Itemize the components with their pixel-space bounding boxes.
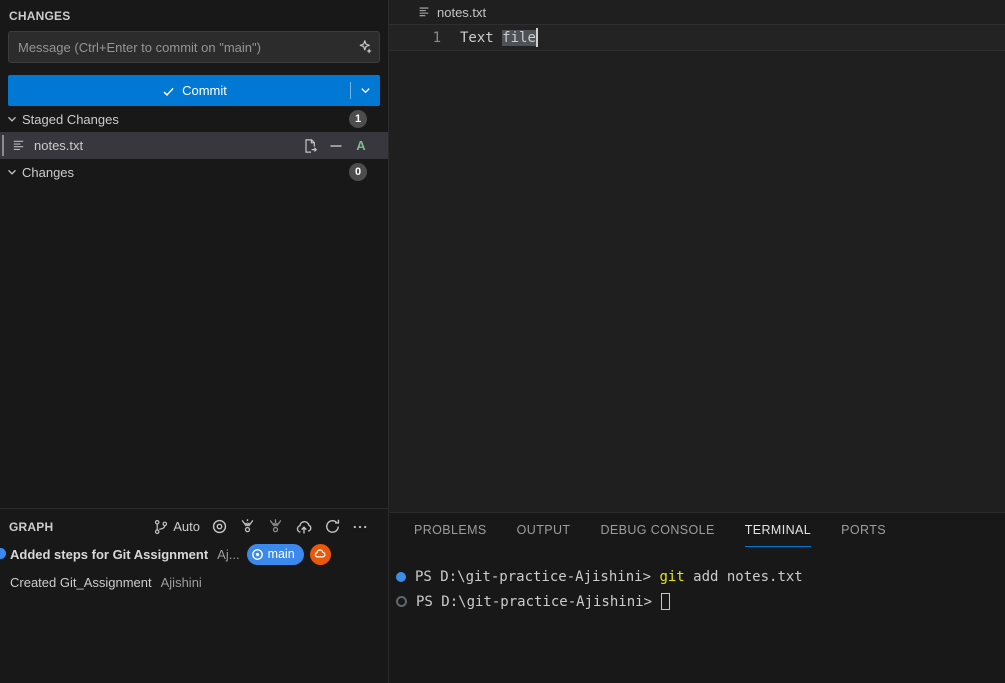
branch-ref-label: main [268, 547, 295, 561]
word-highlight: file [502, 30, 536, 46]
staged-changes-label: Staged Changes [22, 112, 119, 127]
chevron-down-icon [4, 111, 20, 127]
panel-tab-bar: PROBLEMS OUTPUT DEBUG CONSOLE TERMINAL P… [389, 513, 1005, 547]
commit-message: Added steps for Git Assignment [10, 547, 208, 562]
repository-picker-auto[interactable]: Auto [153, 519, 200, 535]
staged-file-name: notes.txt [34, 138, 83, 153]
editor-area[interactable]: notes.txt 1 Text file [389, 0, 1005, 512]
commit-author: Aj... [217, 547, 239, 562]
staged-changes-section[interactable]: Staged Changes 1 [0, 106, 388, 132]
unstage-changes-icon[interactable] [328, 138, 344, 154]
text-file-icon [417, 5, 431, 19]
terminal-args: add notes.txt [685, 569, 803, 585]
target-icon [250, 547, 265, 562]
graph-toolbar: Auto [153, 518, 368, 536]
bottom-panel: PROBLEMS OUTPUT DEBUG CONSOLE TERMINAL P… [389, 512, 1005, 683]
focus-indicator [2, 135, 4, 156]
changes-section[interactable]: Changes 0 [0, 159, 388, 185]
text-file-icon [11, 138, 26, 153]
commit-author: Ajishini [161, 575, 202, 590]
staged-file-row[interactable]: notes.txt A [0, 132, 388, 159]
pull-icon[interactable] [267, 518, 284, 535]
git-status-added: A [354, 138, 368, 153]
graph-section: GRAPH Auto [0, 508, 388, 683]
file-actions: A [302, 138, 368, 154]
outgoing-changes-badge[interactable] [310, 544, 331, 565]
commit-dropdown-chevron-icon[interactable] [358, 83, 373, 98]
staged-count-badge: 1 [349, 110, 367, 128]
copilot-sparkle-icon[interactable] [357, 39, 373, 55]
auto-label: Auto [173, 519, 200, 534]
terminal-line: PS D:\git-practice-Ajishini> git add not… [395, 564, 1005, 589]
cloud-icon [313, 547, 327, 561]
commit-message-wrap [8, 31, 380, 63]
main-area: notes.txt 1 Text file PROBLEMS OUTPUT DE… [389, 0, 1005, 683]
open-file-icon[interactable] [302, 138, 318, 154]
editor-current-line[interactable]: 1 Text file [389, 24, 1005, 51]
tab-debug-console[interactable]: DEBUG CONSOLE [600, 513, 714, 547]
push-cloud-icon[interactable] [295, 518, 313, 536]
refresh-icon[interactable] [324, 518, 341, 535]
tab-ports[interactable]: PORTS [841, 513, 886, 547]
breadcrumb-file-name: notes.txt [437, 5, 486, 20]
sidebar-empty-area [0, 185, 388, 508]
source-control-sidebar: CHANGES Commit Staged C [0, 0, 389, 683]
command-pending-icon[interactable] [396, 596, 407, 607]
tab-terminal[interactable]: TERMINAL [745, 513, 811, 547]
commit-message: Created Git_Assignment [10, 575, 152, 590]
terminal-cursor [661, 593, 670, 610]
terminal-command: git [659, 569, 684, 585]
check-icon [161, 84, 176, 99]
chevron-down-icon [4, 164, 20, 180]
graph-header: GRAPH Auto [0, 509, 388, 540]
graph-title: GRAPH [9, 520, 53, 534]
changes-count-badge: 0 [349, 163, 367, 181]
branch-ref-badge[interactable]: main [247, 544, 304, 565]
command-success-icon[interactable] [396, 572, 406, 582]
commit-row[interactable]: Created Git_Assignment Ajishini [0, 568, 388, 596]
changes-view-title: CHANGES [0, 0, 388, 30]
commit-button[interactable]: Commit [8, 75, 380, 106]
terminal-line: PS D:\git-practice-Ajishini> [395, 589, 1005, 614]
commit-row[interactable]: Added steps for Git Assignment Aj... mai… [0, 540, 388, 568]
line-number: 1 [389, 30, 460, 46]
target-icon[interactable] [211, 518, 228, 535]
tab-output[interactable]: OUTPUT [517, 513, 571, 547]
commit-graph-node [0, 548, 6, 559]
code-text: Text file [460, 28, 538, 47]
tab-problems[interactable]: PROBLEMS [414, 513, 487, 547]
changes-label: Changes [22, 165, 74, 180]
terminal-prompt: PS D:\git-practice-Ajishini> [416, 594, 660, 610]
commit-button-label: Commit [182, 83, 227, 98]
more-actions-icon[interactable] [352, 519, 368, 535]
terminal-prompt: PS D:\git-practice-Ajishini> [415, 569, 659, 585]
commit-message-input[interactable] [8, 31, 380, 63]
breadcrumb[interactable]: notes.txt [389, 0, 1005, 24]
git-branch-icon [153, 519, 169, 535]
button-separator [350, 82, 351, 99]
terminal-content[interactable]: PS D:\git-practice-Ajishini> git add not… [389, 547, 1005, 614]
editor-cursor [536, 28, 538, 47]
fetch-icon[interactable] [239, 518, 256, 535]
